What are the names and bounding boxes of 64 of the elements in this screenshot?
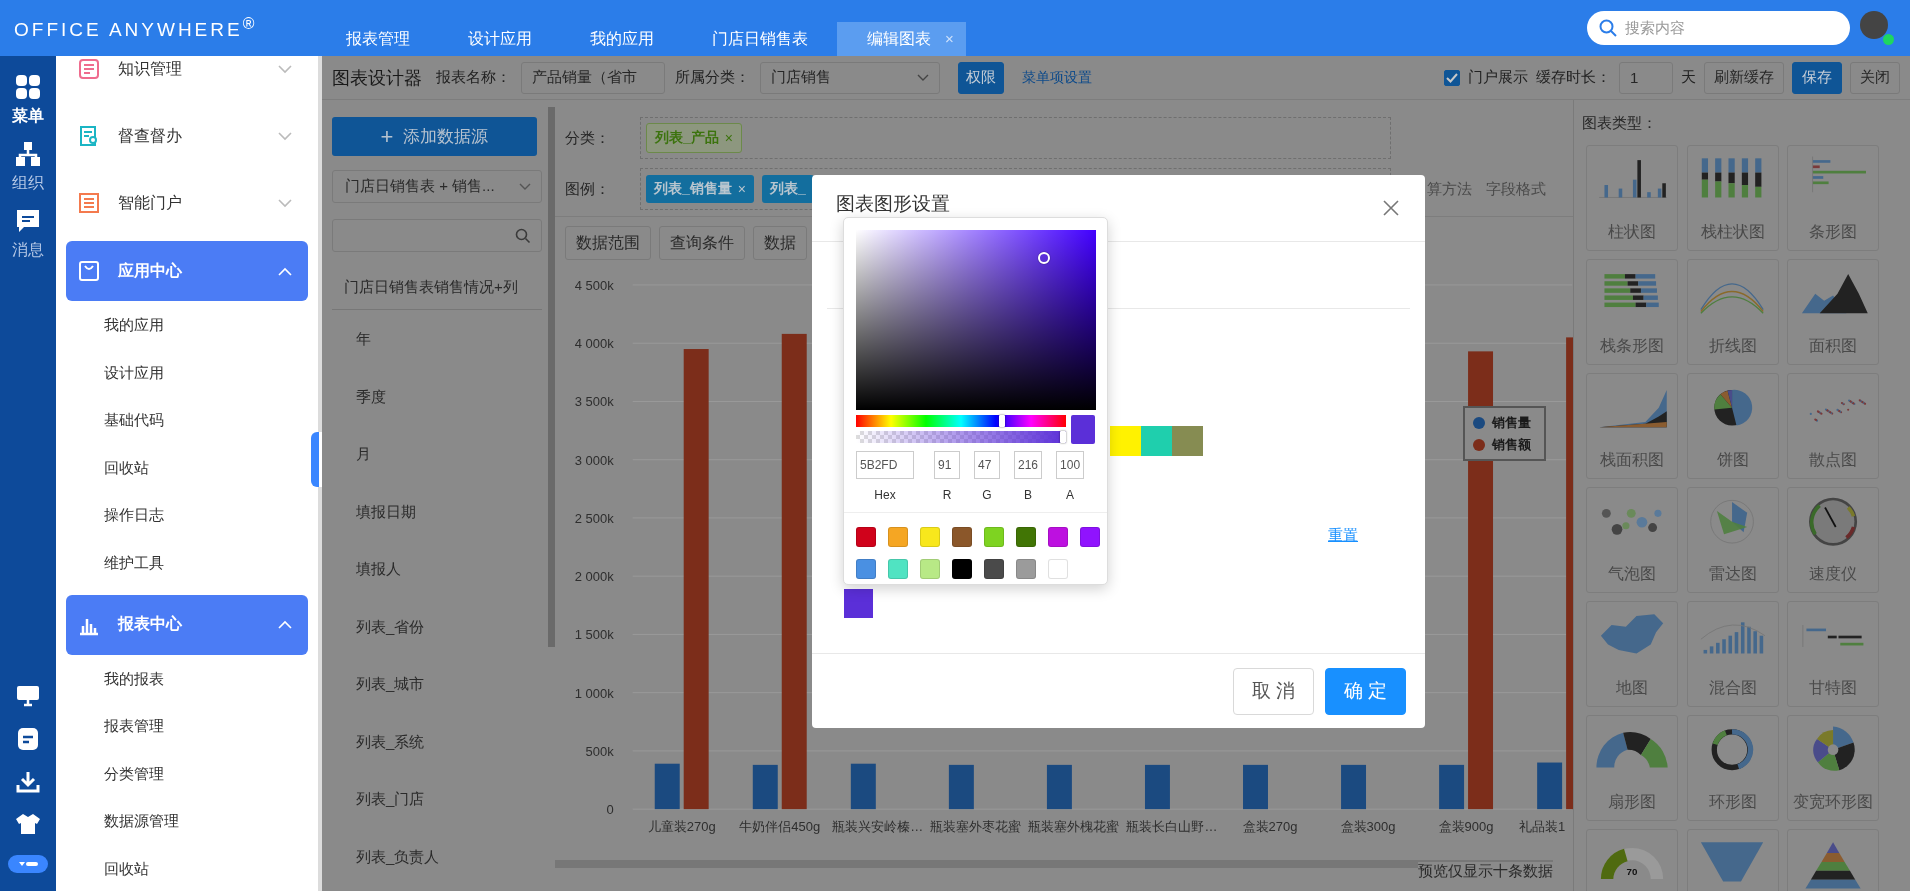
input-label: A: [1066, 488, 1075, 502]
input-label: R: [942, 488, 952, 502]
chart-type-label: 栈柱状图: [1700, 222, 1765, 242]
axis-label: 牛奶伴侣450g: [739, 819, 821, 835]
input-label: G: [982, 488, 992, 502]
category-label: 分类：: [565, 128, 611, 148]
axis-label: 500k: [585, 743, 614, 759]
axis-label: 3 000k: [574, 452, 614, 468]
axis-label: 1 500k: [574, 627, 614, 643]
axis-label: 2 000k: [574, 569, 614, 585]
axis-label: 4 000k: [574, 336, 614, 352]
axis-label: 1 000k: [574, 685, 614, 701]
axis-label: 0: [606, 802, 614, 818]
axis-label: 瓶装长白山野…: [1126, 819, 1218, 835]
menu-group-label: 报表中心: [118, 614, 182, 635]
axis-label: 盒装300g: [1340, 819, 1396, 835]
chart-type-label: 气泡图: [1608, 564, 1656, 584]
menu-group-label: 知识管理: [118, 58, 182, 79]
chart-type-label: 混合图: [1708, 678, 1757, 698]
menu-group-label: 应用中心: [118, 260, 182, 281]
field-label: 报表名称：: [436, 68, 511, 87]
datasource-heading: 门店日销售表销售情况+列: [332, 268, 542, 310]
axis-label: 盒装270g: [1242, 819, 1298, 835]
chart-type-label: 条形图: [1809, 222, 1857, 242]
axis-label: 盒装900g: [1438, 819, 1494, 835]
checkbox-label: 门户展示: [1468, 68, 1528, 87]
axis-label: 瓶装兴安岭榛…: [832, 819, 924, 835]
designer-title: 图表设计器: [332, 66, 422, 90]
legend-label: 图例：: [565, 179, 611, 199]
chart-type-label: 速度仪: [1809, 564, 1857, 584]
chart-type-label: 扇形图: [1608, 792, 1656, 812]
axis-label: 2 500k: [574, 510, 614, 526]
chart-type-label: 地图: [1616, 678, 1648, 698]
logo: OFFICE ANYWHERE$^{®}$: [13, 14, 259, 42]
legend-label: 销售量: [1492, 413, 1531, 432]
gauge-value: 70: [1626, 866, 1638, 878]
axis-label: 瓶装塞外枣花蜜: [930, 819, 1022, 835]
chart-type-label: 环形图: [1708, 792, 1757, 812]
chart-type-label: 栈条形图: [1600, 336, 1664, 356]
chart-type-label: 饼图: [1716, 450, 1749, 470]
field-label: 所属分类：: [675, 68, 750, 87]
preview-note: 预览仅显示十条数据: [1418, 862, 1553, 882]
chart-type-label: 柱状图: [1608, 222, 1656, 242]
unit-label: 天: [1681, 68, 1696, 87]
chart-type-label: 折线图: [1708, 336, 1757, 356]
chart-type-label: 面积图: [1809, 336, 1857, 356]
chart-type-label: 栈面积图: [1600, 450, 1664, 470]
dialog-title: 图表图形设置: [836, 192, 950, 216]
input-label: Hex: [874, 488, 896, 502]
input-label: B: [1024, 488, 1032, 502]
chart-type-label: 甘特图: [1809, 678, 1857, 698]
axis-label: 礼品装1: [1519, 819, 1566, 835]
menu-group-label: 督查督办: [118, 125, 182, 146]
menu-group-label: 智能门户: [118, 192, 182, 213]
chart-type-label: 雷达图: [1708, 564, 1757, 584]
axis-label: 3 500k: [574, 394, 614, 410]
axis-label: 儿童装270g: [647, 819, 716, 835]
legend-label: 销售额: [1492, 435, 1531, 454]
chart-type-label: 散点图: [1809, 450, 1857, 470]
chart-type-label: 变宽环形图: [1793, 792, 1873, 812]
axis-label: 瓶装塞外槐花蜜: [1028, 819, 1120, 835]
panel-title: 图表类型：: [1582, 114, 1658, 133]
axis-label: 4 500k: [574, 277, 614, 293]
field-label: 缓存时长：: [1536, 68, 1611, 87]
